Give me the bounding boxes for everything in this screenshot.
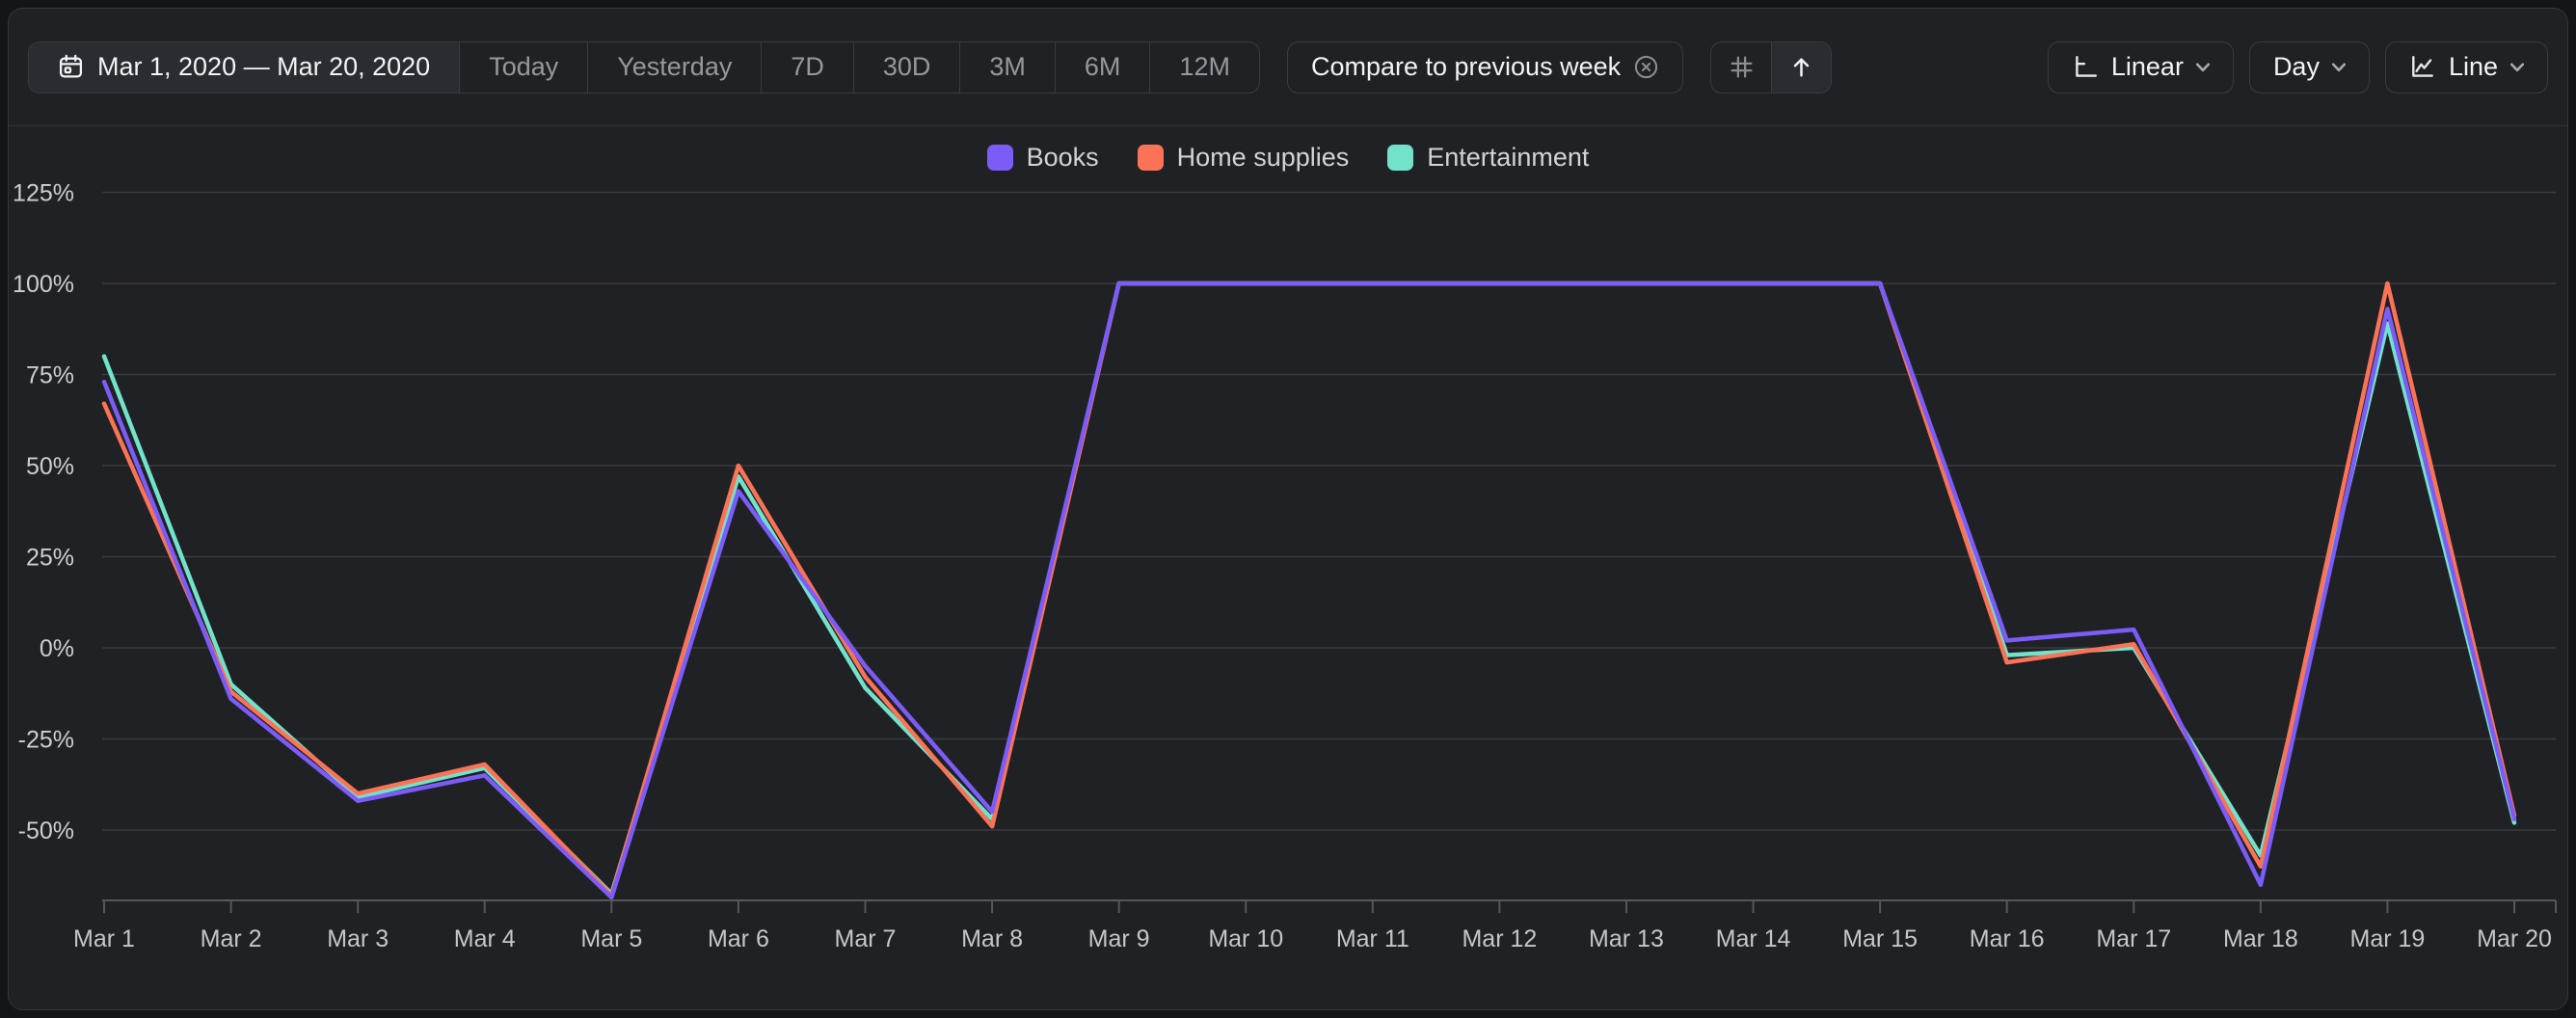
quick-range-today[interactable]: Today — [459, 42, 587, 93]
toolbar-divider — [9, 125, 2567, 126]
y-axis-label: 50% — [26, 453, 74, 480]
quick-range-12m[interactable]: 12M — [1149, 42, 1259, 93]
line-chart: 125% 100% 75% 50% 25% 0% -25% -50% Mar 1 Mar 2 Mar… — [9, 177, 2569, 1006]
x-axis-label: Mar 3 — [327, 925, 389, 952]
y-axis-label: 100% — [13, 271, 74, 298]
chart-options-group — [1710, 41, 1832, 94]
legend-swatch — [1138, 145, 1164, 171]
x-axis-label: Mar 12 — [1462, 925, 1537, 952]
y-axis-label: 125% — [13, 180, 74, 207]
export-button[interactable] — [1771, 42, 1831, 93]
date-range-label: Mar 1, 2020 — Mar 20, 2020 — [97, 52, 430, 82]
x-axis-label: Mar 11 — [1336, 925, 1409, 952]
x-axis-label: Mar 13 — [1589, 925, 1664, 952]
legend-label: Books — [1027, 143, 1099, 173]
dropdown-group: Linear Day Line — [2048, 41, 2548, 94]
chart-legend: Books Home supplies Entertainment — [9, 143, 2567, 172]
x-axis-label: Mar 18 — [2223, 925, 2298, 952]
circle-x-icon[interactable] — [1633, 54, 1659, 80]
granularity-dropdown[interactable]: Day — [2249, 41, 2370, 94]
y-axis-label: 25% — [26, 545, 74, 572]
granularity-label: Day — [2273, 52, 2320, 82]
grid-toggle-button[interactable] — [1711, 42, 1771, 93]
x-axis-label: Mar 5 — [580, 925, 642, 952]
x-axis-label: Mar 7 — [835, 925, 897, 952]
chevron-down-icon — [2510, 63, 2524, 72]
x-axis-label: Mar 9 — [1088, 925, 1150, 952]
date-range-button[interactable]: Mar 1, 2020 — Mar 20, 2020 — [29, 42, 459, 93]
x-axis-label: Mar 10 — [1208, 925, 1283, 952]
x-axis-label: Mar 17 — [2096, 925, 2171, 952]
x-axis-label: Mar 20 — [2477, 925, 2552, 952]
x-axis-label: Mar 8 — [961, 925, 1023, 952]
series-line-books[interactable] — [104, 283, 2514, 897]
x-axis-label: Mar 15 — [1842, 925, 1918, 952]
legend-swatch — [1387, 145, 1413, 171]
quick-range-30d[interactable]: 30D — [853, 42, 960, 93]
toolbar: Mar 1, 2020 — Mar 20, 2020 TodayYesterda… — [9, 9, 2567, 125]
y-axis-label: 0% — [40, 635, 74, 662]
quick-range-yesterday[interactable]: Yesterday — [587, 42, 761, 93]
analytics-panel: Mar 1, 2020 — Mar 20, 2020 TodayYesterda… — [8, 8, 2568, 1010]
chart-type-label: Line — [2449, 52, 2498, 82]
x-axis-label: Mar 6 — [708, 925, 769, 952]
line-chart-icon — [2409, 54, 2436, 81]
y-axis-label: 75% — [26, 362, 74, 389]
quick-range-6m[interactable]: 6M — [1055, 42, 1150, 93]
x-axis-label: Mar 1 — [73, 925, 135, 952]
axis-icon — [2072, 54, 2099, 81]
legend-label: Home supplies — [1177, 143, 1350, 173]
legend-label: Entertainment — [1427, 143, 1589, 173]
x-axis-label: Mar 2 — [201, 925, 262, 952]
x-axis-label: Mar 14 — [1716, 925, 1791, 952]
x-axis-label: Mar 16 — [1970, 925, 2045, 952]
chart-type-dropdown[interactable]: Line — [2385, 41, 2548, 94]
legend-item[interactable]: Home supplies — [1138, 143, 1350, 173]
arrow-up-icon — [1788, 54, 1814, 80]
legend-item[interactable]: Entertainment — [1387, 143, 1589, 173]
y-axis-label: -25% — [18, 727, 74, 754]
scale-label: Linear — [2111, 52, 2184, 82]
date-range-control: Mar 1, 2020 — Mar 20, 2020 TodayYesterda… — [28, 41, 1260, 94]
quick-range-7d[interactable]: 7D — [761, 42, 853, 93]
legend-swatch — [987, 145, 1013, 171]
x-axis-label: Mar 19 — [2350, 925, 2426, 952]
compare-button[interactable]: Compare to previous week — [1287, 41, 1683, 94]
chevron-down-icon — [2196, 63, 2210, 72]
scale-dropdown[interactable]: Linear — [2048, 41, 2234, 94]
compare-label: Compare to previous week — [1311, 52, 1621, 82]
legend-item[interactable]: Books — [987, 143, 1099, 173]
chevron-down-icon — [2332, 63, 2346, 72]
y-axis-label: -50% — [18, 817, 74, 844]
grid-icon — [1729, 54, 1755, 80]
calendar-icon — [58, 54, 84, 80]
x-axis-label: Mar 4 — [454, 925, 516, 952]
quick-range-3m[interactable]: 3M — [959, 42, 1055, 93]
